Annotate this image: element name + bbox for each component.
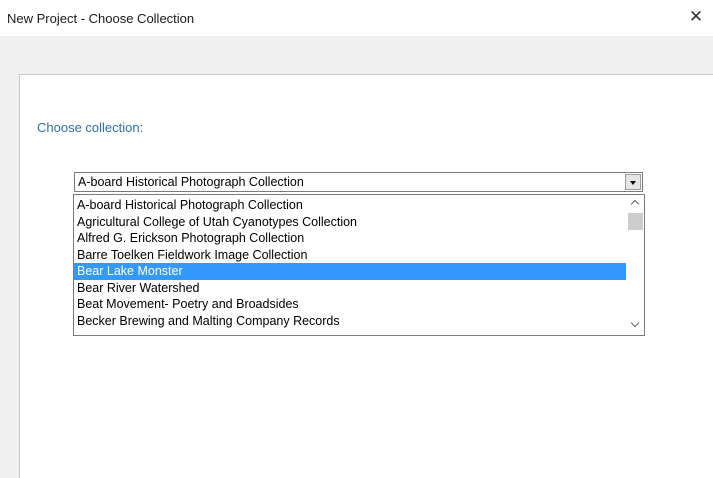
scrollbar-thumb[interactable] (628, 213, 643, 230)
list-item[interactable]: Agricultural College of Utah Cyanotypes … (74, 214, 626, 231)
dialog-window: New Project - Choose Collection ✕ Choose… (0, 0, 713, 478)
list-item[interactable]: Bear River Watershed (74, 280, 626, 297)
collection-list[interactable]: A-board Historical Photograph Collection… (73, 194, 645, 336)
content-panel: Choose collection: A-board Historical Ph… (19, 74, 713, 478)
dropdown-arrow-button[interactable] (625, 174, 641, 190)
list-item[interactable]: Becker Brewing and Malting Company Recor… (74, 313, 626, 330)
choose-collection-heading: Choose collection: (37, 120, 144, 135)
title-bar[interactable]: New Project - Choose Collection ✕ (0, 0, 713, 36)
list-item[interactable]: A-board Historical Photograph Collection (74, 197, 626, 214)
list-item-selected[interactable]: Bear Lake Monster (74, 263, 626, 280)
window-title: New Project - Choose Collection (7, 11, 195, 26)
collection-dropdown-value: A-board Historical Photograph Collection (78, 175, 304, 189)
list-item[interactable]: Beat Movement- Poetry and Broadsides (74, 296, 626, 313)
list-item[interactable]: Barre Toelken Fieldwork Image Collection (74, 247, 626, 264)
scroll-down-icon[interactable] (627, 319, 644, 333)
collection-dropdown[interactable]: A-board Historical Photograph Collection (74, 172, 643, 192)
list-scrollbar[interactable] (627, 195, 644, 335)
list-item[interactable]: Alfred G. Erickson Photograph Collection (74, 230, 626, 247)
scroll-up-icon[interactable] (627, 197, 644, 211)
close-button[interactable]: ✕ (685, 6, 707, 28)
collection-list-items: A-board Historical Photograph Collection… (74, 197, 626, 329)
close-icon: ✕ (688, 7, 704, 26)
